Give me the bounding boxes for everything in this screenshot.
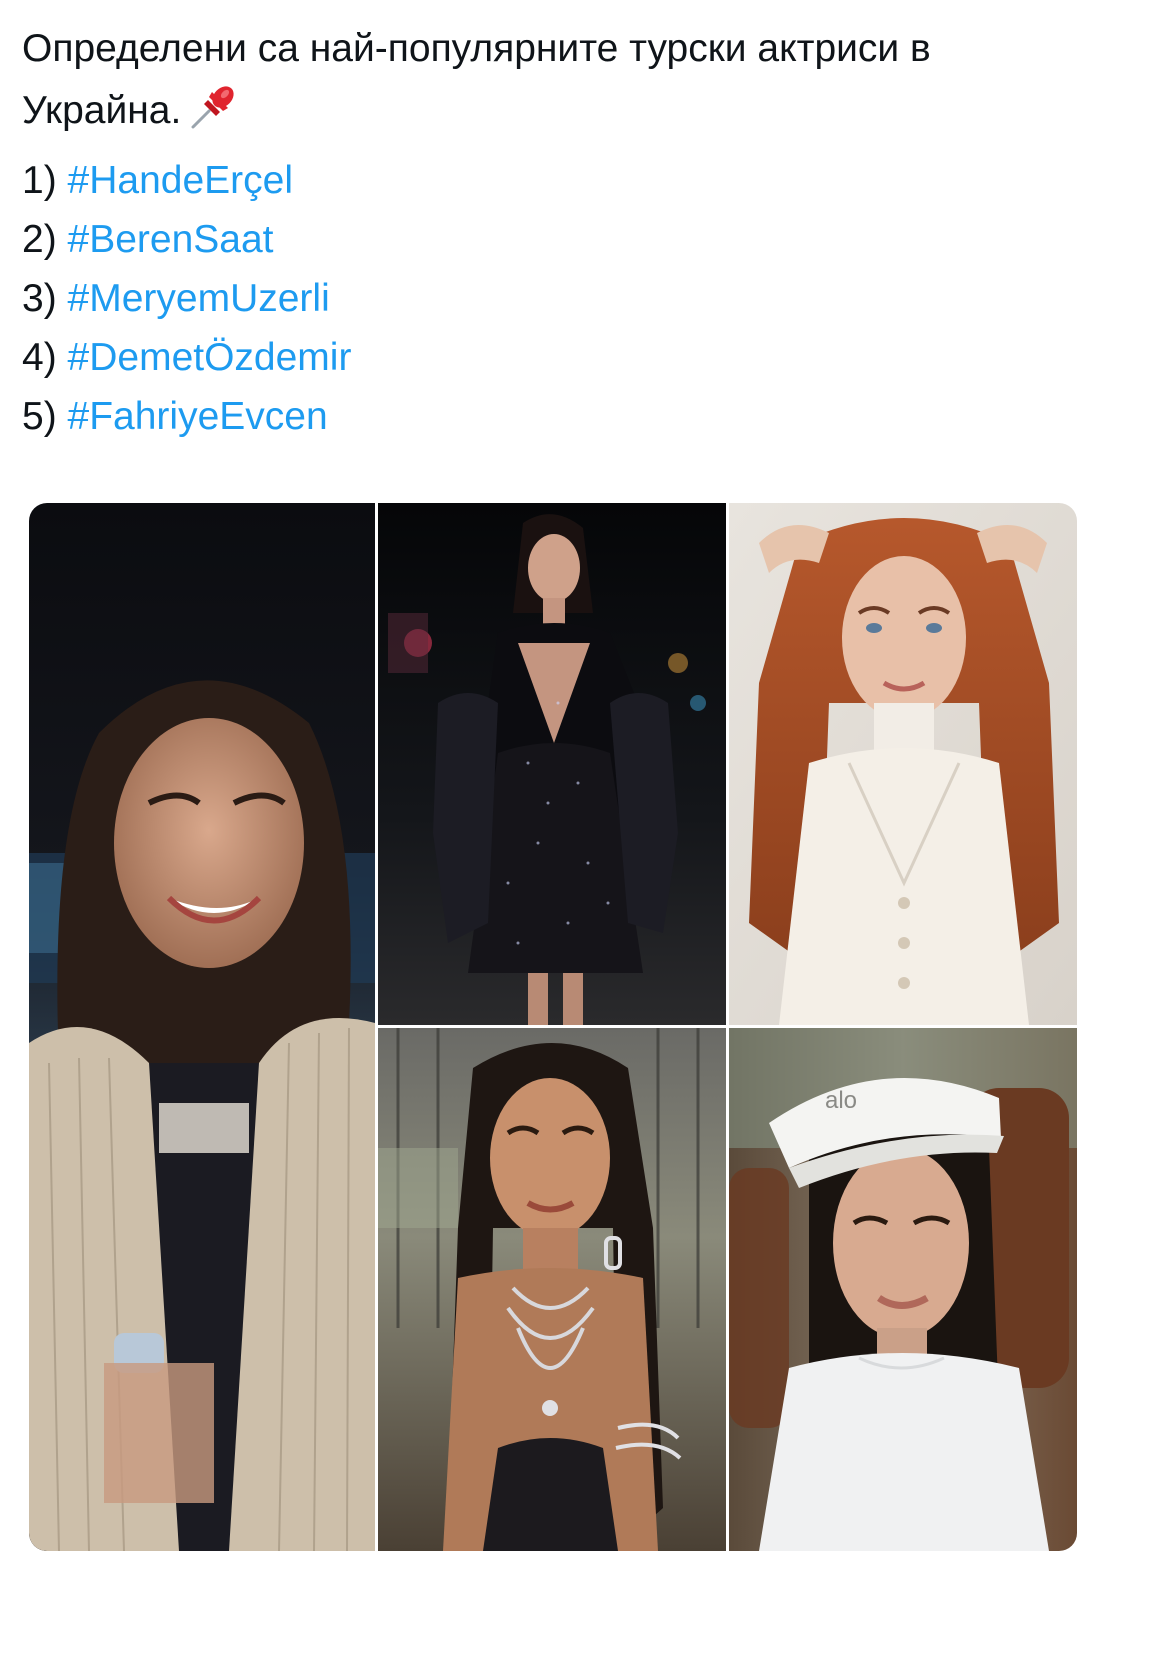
hashtag-link-beren-saat[interactable]: #BerenSaat xyxy=(68,218,274,261)
photo-1[interactable] xyxy=(29,503,375,1551)
tweet-text: Определени са най-популярните турски акт… xyxy=(22,18,1142,142)
hashtag-link-demet-ozdemir[interactable]: #DemetÖzdemir xyxy=(68,336,352,379)
photo-2[interactable] xyxy=(378,503,726,1025)
hashtag-link-fahriye-evcen[interactable]: #FahriyeEvcen xyxy=(68,395,328,438)
list-item: 1) #HandeErçel xyxy=(22,151,351,210)
list-number: 1) xyxy=(22,159,57,202)
tweet-text-line-2: Украйна. xyxy=(22,80,1142,142)
tweet-text-line-2-text: Украйна. xyxy=(22,89,182,132)
media-grid: alo xyxy=(29,503,1077,1551)
hashtag-list: 1) #HandeErçel 2) #BerenSaat 3) #MeryemU… xyxy=(22,151,351,446)
list-number: 5) xyxy=(22,395,57,438)
hashtag-link-hande-ercel[interactable]: #HandeErçel xyxy=(68,159,293,202)
photo-3[interactable] xyxy=(729,503,1077,1025)
list-item: 4) #DemetÖzdemir xyxy=(22,328,351,387)
list-number: 4) xyxy=(22,336,57,379)
tweet-text-line-1: Определени са най-популярните турски акт… xyxy=(22,27,931,70)
photo-5[interactable]: alo xyxy=(729,1028,1077,1551)
list-number: 2) xyxy=(22,218,57,261)
visor-logo: alo xyxy=(825,1087,857,1114)
photo-4[interactable] xyxy=(378,1028,726,1551)
list-item: 5) #FahriyeEvcen xyxy=(22,387,351,446)
hashtag-link-meryem-uzerli[interactable]: #MeryemUzerli xyxy=(68,277,330,320)
pushpin-icon xyxy=(187,81,239,133)
list-item: 3) #MeryemUzerli xyxy=(22,269,351,328)
list-item: 2) #BerenSaat xyxy=(22,210,351,269)
list-number: 3) xyxy=(22,277,57,320)
